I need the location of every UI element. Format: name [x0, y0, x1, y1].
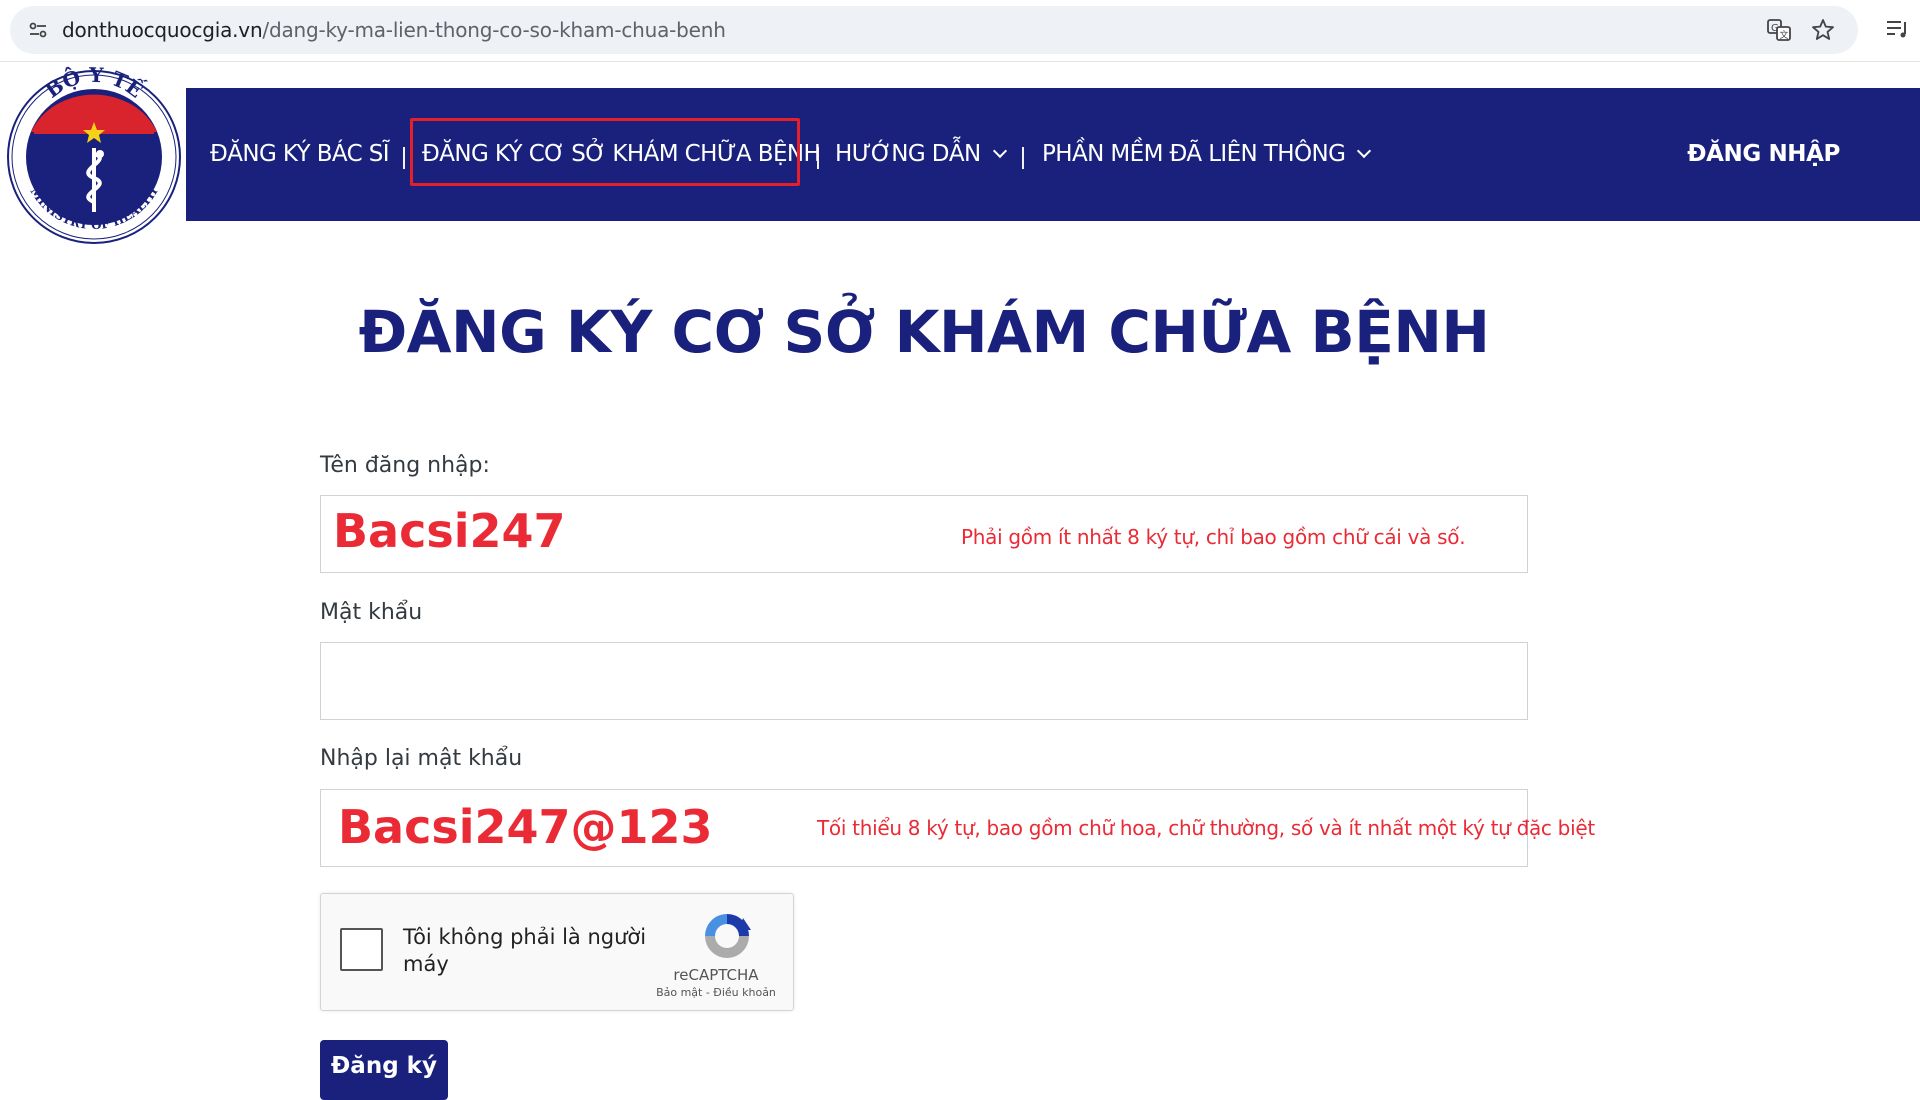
nav-item-connected-software-label: PHẦN MỀM ĐÃ LIÊN THÔNG — [1042, 141, 1346, 167]
confirm-password-hint: Tối thiểu 8 ký tự, bao gồm chữ hoa, chữ … — [817, 816, 1595, 840]
nav-separator: | — [815, 143, 821, 169]
nav-item-guide[interactable]: HƯỚNG DẪN — [835, 88, 1007, 221]
password-input[interactable] — [320, 642, 1528, 720]
reading-list-icon[interactable] — [1884, 17, 1910, 43]
password-label: Mật khẩu — [320, 600, 423, 625]
browser-toolbar: donthuocquocgia.vn/dang-ky-ma-lien-thong… — [0, 0, 1920, 62]
url-host: donthuocquocgia.vn — [62, 18, 263, 42]
login-link[interactable]: ĐĂNG NHẬP — [1687, 88, 1840, 221]
address-bar[interactable]: donthuocquocgia.vn/dang-ky-ma-lien-thong… — [10, 6, 1858, 54]
nav-item-guide-label: HƯỚNG DẪN — [835, 141, 981, 167]
url-path: /dang-ky-ma-lien-thong-co-so-kham-chua-b… — [262, 18, 726, 42]
site-settings-icon[interactable] — [26, 18, 50, 42]
annotation-highlight-box — [410, 118, 800, 186]
nav-separator: | — [1020, 143, 1026, 169]
recaptcha-brand: reCAPTCHA — [673, 966, 759, 984]
bookmark-star-icon[interactable] — [1810, 17, 1836, 43]
username-hint: Phải gồm ít nhất 8 ký tự, chỉ bao gồm ch… — [961, 525, 1466, 549]
confirm-password-label: Nhập lại mật khẩu — [320, 746, 523, 771]
recaptcha-widget: Tôi không phải là người máy reCAPTCHA Bả… — [320, 893, 794, 1011]
page-title: ĐĂNG KÝ CƠ SỞ KHÁM CHỮA BỆNH — [358, 298, 1490, 366]
username-value: Bacsi247 — [333, 504, 566, 558]
url-text[interactable]: donthuocquocgia.vn/dang-ky-ma-lien-thong… — [62, 18, 726, 42]
main-nav: ĐĂNG KÝ BÁC SĨ | ĐĂNG KÝ CƠ SỞ KHÁM CHỮA… — [0, 88, 1920, 221]
recaptcha-logo-icon — [705, 914, 751, 958]
chevron-down-icon — [992, 143, 1007, 159]
nav-item-doctor-register[interactable]: ĐĂNG KÝ BÁC SĨ — [210, 88, 390, 221]
confirm-password-value: Bacsi247@123 — [338, 800, 713, 854]
recaptcha-label: Tôi không phải là người máy — [403, 925, 647, 976]
svg-text:文: 文 — [1780, 29, 1789, 41]
chevron-down-icon — [1357, 143, 1372, 159]
register-button[interactable]: Đăng ký — [320, 1040, 448, 1100]
nav-item-connected-software[interactable]: PHẦN MỀM ĐÃ LIÊN THÔNG — [1042, 88, 1372, 221]
username-input[interactable]: Bacsi247 Phải gồm ít nhất 8 ký tự, chỉ b… — [320, 495, 1528, 573]
translate-icon[interactable]: G 文 — [1766, 17, 1792, 43]
nav-separator: | — [401, 143, 407, 169]
recaptcha-checkbox[interactable] — [340, 928, 383, 971]
username-label: Tên đăng nhập: — [320, 453, 490, 478]
recaptcha-terms[interactable]: Bảo mật - Điều khoản — [641, 986, 791, 999]
